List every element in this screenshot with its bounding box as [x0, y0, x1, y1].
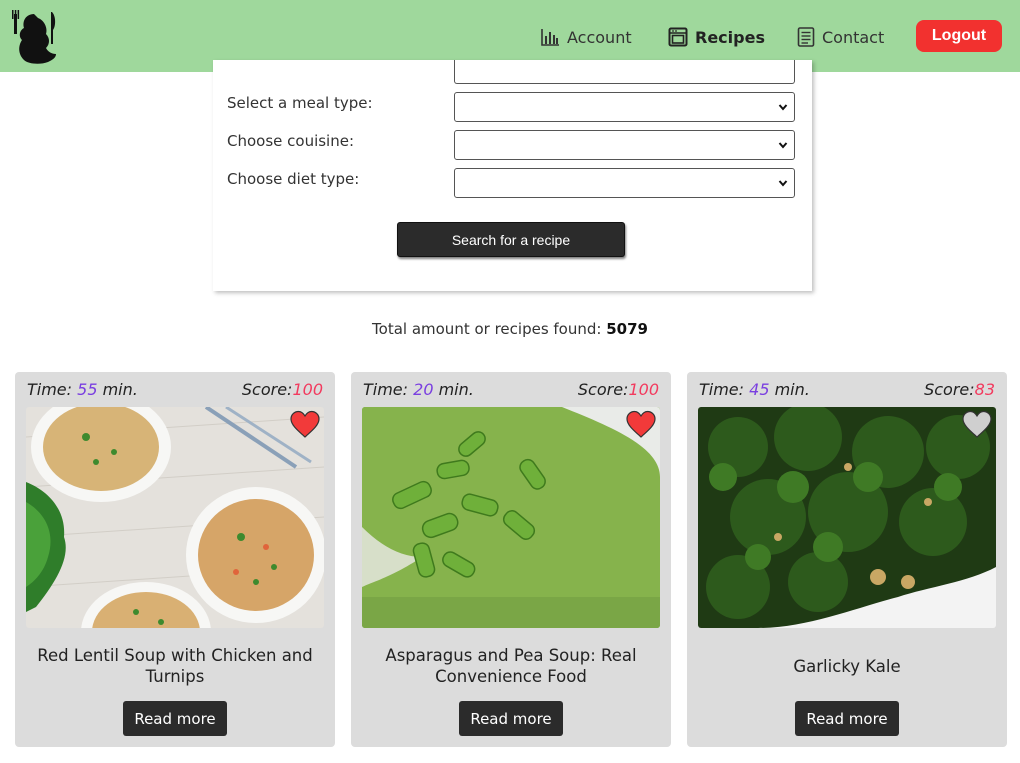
total-results-label: Total amount or recipes found:	[372, 320, 607, 338]
card-score: Score:83	[924, 380, 995, 399]
cuisine-label: Choose couisine:	[227, 132, 355, 150]
heart-icon[interactable]	[625, 410, 657, 438]
meal-type-select[interactable]	[454, 92, 795, 122]
card-score: Score:100	[242, 380, 323, 399]
recipe-title: Garlicky Kale	[793, 656, 901, 676]
time-value: 45	[749, 380, 770, 399]
time-label: Time:	[363, 380, 409, 399]
time-unit: min.	[438, 380, 474, 399]
heart-icon[interactable]	[289, 410, 321, 438]
recipe-card: Time: 20 min. Score:100 Asparagus and Pe…	[351, 372, 671, 747]
partial-input-row	[213, 60, 812, 90]
nav-contact-label: Contact	[822, 27, 885, 47]
nav-account-label: Account	[567, 27, 632, 47]
time-label: Time:	[699, 380, 745, 399]
nav-account-link[interactable]: Account	[540, 24, 632, 50]
score-label: Score:	[577, 380, 629, 399]
chef-logo-icon[interactable]	[12, 8, 60, 66]
heart-icon[interactable]	[961, 410, 993, 438]
recipe-image[interactable]	[26, 407, 324, 628]
nav-recipes-label: Recipes	[695, 27, 765, 47]
card-meta: Time: 20 min. Score:100	[363, 380, 659, 400]
score-value: 100	[292, 380, 323, 399]
diet-row: Choose diet type:	[213, 168, 812, 198]
recipe-title: Red Lentil Soup with Chicken and Turnips	[37, 646, 313, 686]
read-more-button[interactable]: Read more	[459, 701, 563, 736]
recipe-image[interactable]	[362, 407, 660, 628]
card-time: Time: 20 min.	[363, 380, 474, 399]
diet-label: Choose diet type:	[227, 170, 360, 188]
read-more-button[interactable]: Read more	[795, 701, 899, 736]
card-meta: Time: 55 min. Score:100	[27, 380, 323, 400]
card-time: Time: 55 min.	[27, 380, 138, 399]
chevron-down-icon	[778, 104, 788, 111]
time-label: Time:	[27, 380, 73, 399]
oven-icon	[668, 27, 688, 47]
search-recipe-button[interactable]: Search for a recipe	[397, 222, 625, 257]
cuisine-row: Choose couisine:	[213, 130, 812, 160]
time-value: 55	[77, 380, 98, 399]
meal-type-row: Select a meal type:	[213, 92, 812, 122]
card-score: Score:100	[578, 380, 659, 399]
time-unit: min.	[102, 380, 138, 399]
card-meta: Time: 45 min. Score:83	[699, 380, 995, 400]
diet-select[interactable]	[454, 168, 795, 198]
nav-recipes-link[interactable]: Recipes	[668, 24, 765, 50]
bar-chart-icon	[541, 29, 559, 46]
chevron-down-icon	[778, 142, 788, 149]
total-results-count: 5079	[606, 320, 648, 338]
score-label: Score:	[924, 380, 975, 399]
nav-contact-link[interactable]: Contact	[797, 24, 884, 50]
contact-card-icon	[797, 27, 815, 47]
recipe-card: Time: 55 min. Score:100 Red Lentil Soup …	[15, 372, 335, 747]
read-more-button[interactable]: Read more	[123, 701, 227, 736]
chevron-down-icon	[778, 180, 788, 187]
card-time: Time: 45 min.	[699, 380, 810, 399]
recipe-search-panel: Select a meal type: Choose couisine: Cho…	[213, 60, 812, 291]
recipe-image[interactable]	[698, 407, 996, 628]
logout-button[interactable]: Logout	[916, 20, 1002, 52]
recipe-title: Asparagus and Pea Soup: Real Convenience…	[385, 646, 637, 686]
score-label: Score:	[241, 380, 293, 399]
score-value: 100	[628, 380, 659, 399]
total-results-text: Total amount or recipes found: 5079	[0, 320, 1020, 338]
score-value: 83	[974, 380, 995, 399]
time-value: 20	[413, 380, 434, 399]
time-unit: min.	[774, 380, 810, 399]
search-text-input[interactable]	[454, 60, 795, 84]
meal-type-label: Select a meal type:	[227, 94, 373, 112]
recipe-card: Time: 45 min. Score:83 Garlicky Kale Rea…	[687, 372, 1007, 747]
cuisine-select[interactable]	[454, 130, 795, 160]
